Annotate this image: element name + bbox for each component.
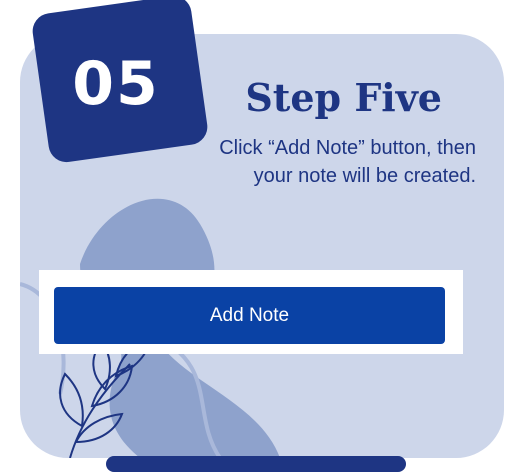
step-five-card-stage: 05 Step Five Click “Add Note” button, th… xyxy=(0,0,526,474)
button-panel: Add Note xyxy=(39,270,463,354)
step-title: Step Five xyxy=(245,75,442,120)
step-description: Click “Add Note” button, then your note … xyxy=(219,137,476,187)
step-number: 05 xyxy=(72,49,160,119)
add-note-button[interactable]: Add Note xyxy=(54,287,445,344)
bottom-accent-bar xyxy=(106,456,406,472)
